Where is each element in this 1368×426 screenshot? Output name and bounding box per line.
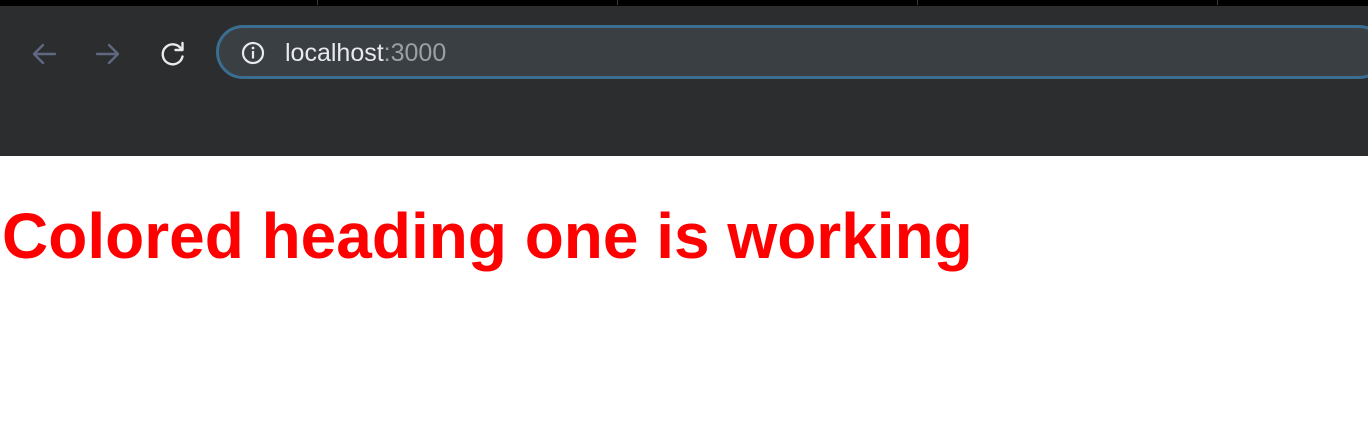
reload-icon [161, 41, 184, 66]
address-bar[interactable]: localhost:3000 [216, 25, 1368, 79]
url-host: localhost [285, 39, 384, 67]
info-icon[interactable] [241, 41, 265, 65]
tab-divider [917, 0, 918, 5]
url-text[interactable]: localhost:3000 [285, 38, 446, 68]
arrow-right-icon [95, 43, 120, 65]
back-button[interactable] [24, 34, 64, 74]
tab-divider [317, 0, 318, 5]
forward-button[interactable] [88, 34, 128, 74]
page-heading: Colored heading one is working [2, 200, 973, 272]
page-content: Colored heading one is working [0, 156, 1368, 426]
arrow-left-icon [32, 43, 57, 65]
url-port: :3000 [383, 39, 447, 67]
tab-divider [1217, 0, 1218, 5]
reload-button[interactable] [153, 34, 193, 74]
browser-toolbar: localhost:3000 [0, 6, 1368, 156]
tab-divider [617, 0, 618, 5]
